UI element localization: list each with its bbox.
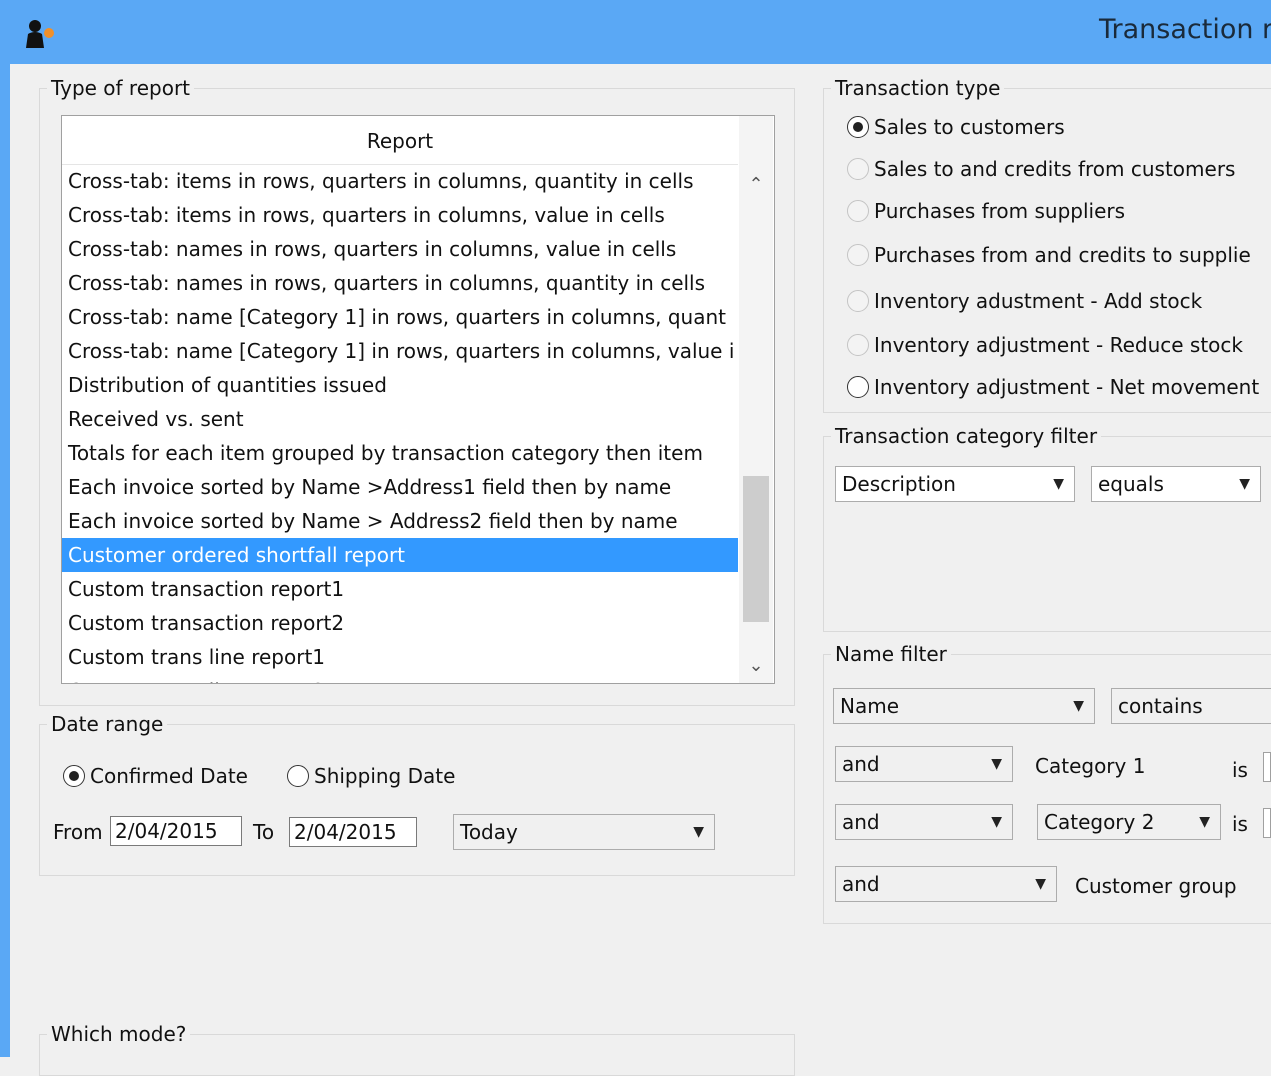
name-filter-conj-select-2[interactable]: and ▼ bbox=[835, 746, 1013, 782]
list-item[interactable]: Custom trans line report1 bbox=[62, 640, 738, 674]
to-date-field[interactable]: 2/04/2015 bbox=[289, 817, 417, 847]
name-filter-operator-value: contains bbox=[1118, 694, 1203, 718]
list-item[interactable]: Custom transaction report2 bbox=[62, 606, 738, 640]
conj-value: and bbox=[842, 810, 880, 834]
radio-icon bbox=[847, 244, 869, 266]
transaction-type-radio-reduce-stock[interactable]: Inventory adjustment - Reduce stock bbox=[847, 333, 1243, 357]
transaction-type-radio-net-movement[interactable]: Inventory adjustment - Net movement bbox=[847, 375, 1259, 399]
name-filter-operator-select[interactable]: contains bbox=[1111, 688, 1271, 724]
name-filter-label: Name filter bbox=[831, 642, 951, 666]
conj-value: and bbox=[842, 872, 880, 896]
which-mode-label: Which mode? bbox=[47, 1022, 191, 1046]
chevron-down-icon: ▼ bbox=[991, 814, 1002, 830]
list-item-selected[interactable]: Customer ordered shortfall report bbox=[62, 538, 738, 572]
list-item[interactable]: Cross-tab: name [Category 1] in rows, qu… bbox=[62, 300, 738, 334]
conj-value: and bbox=[842, 752, 880, 776]
radio-selected-icon bbox=[63, 765, 85, 787]
chevron-down-icon: ▼ bbox=[1073, 698, 1084, 714]
report-rows: Cross-tab: items in rows, quarters in co… bbox=[62, 164, 738, 683]
name-filter-conj-select-3[interactable]: and ▼ bbox=[835, 804, 1013, 840]
date-preset-select[interactable]: Today ▼ bbox=[453, 814, 715, 850]
scroll-down-icon[interactable]: ⌄ bbox=[739, 649, 773, 683]
list-item[interactable]: Cross-tab: items in rows, quarters in co… bbox=[62, 198, 738, 232]
name-filter-field-value: Name bbox=[840, 694, 900, 718]
date-range-label: Date range bbox=[47, 712, 168, 736]
list-item[interactable]: Cross-tab: names in rows, quarters in co… bbox=[62, 266, 738, 300]
transaction-type-radio-add-stock[interactable]: Inventory adustment - Add stock bbox=[847, 289, 1202, 313]
radio-icon bbox=[847, 158, 869, 180]
category-filter-operator-select[interactable]: equals ▼ bbox=[1091, 466, 1261, 502]
list-item[interactable]: Cross-tab: names in rows, quarters in co… bbox=[62, 232, 738, 266]
report-list[interactable]: Report Cross-tab: items in rows, quarter… bbox=[61, 115, 775, 684]
transaction-type-radio-sales[interactable]: Sales to customers bbox=[847, 115, 1065, 139]
category-filter-operator-value: equals bbox=[1098, 472, 1164, 496]
from-date-field[interactable]: 2/04/2015 bbox=[110, 816, 242, 846]
shipping-date-label: Shipping Date bbox=[314, 764, 456, 788]
list-item[interactable]: Custom trans line report2 bbox=[62, 674, 738, 683]
report-column-header[interactable]: Report bbox=[62, 116, 738, 165]
radio-icon bbox=[847, 290, 869, 312]
transaction-type-option-label: Sales to customers bbox=[874, 115, 1065, 139]
list-item[interactable]: Totals for each item grouped by transact… bbox=[62, 436, 738, 470]
category-filter-field-select[interactable]: Description ▼ bbox=[835, 466, 1075, 502]
category-2-field-select[interactable]: Category 2 ▼ bbox=[1037, 804, 1221, 840]
name-filter-field-select[interactable]: Name ▼ bbox=[833, 688, 1095, 724]
chevron-down-icon: ▼ bbox=[1239, 476, 1250, 492]
transaction-type-option-label: Sales to and credits from customers bbox=[874, 157, 1236, 181]
report-list-scrollbar[interactable]: ⌃ ⌄ bbox=[739, 116, 773, 683]
radio-icon bbox=[847, 376, 869, 398]
transaction-type-option-label: Inventory adjustment - Reduce stock bbox=[874, 333, 1243, 357]
chevron-down-icon: ▼ bbox=[693, 824, 704, 840]
app-logo-icon bbox=[26, 20, 54, 48]
category-2-value-field[interactable] bbox=[1263, 808, 1271, 838]
confirmed-date-radio[interactable]: Confirmed Date bbox=[63, 764, 248, 788]
chevron-down-icon: ▼ bbox=[1035, 876, 1046, 892]
list-item[interactable]: Custom transaction report1 bbox=[62, 572, 738, 606]
transaction-type-radio-sales-credits[interactable]: Sales to and credits from customers bbox=[847, 157, 1235, 181]
transaction-type-option-label: Purchases from suppliers bbox=[874, 199, 1126, 223]
category-1-label: Category 1 bbox=[1035, 754, 1146, 778]
transaction-type-option-label: Inventory adustment - Add stock bbox=[874, 289, 1203, 313]
from-label: From bbox=[53, 820, 103, 844]
chevron-down-icon: ▼ bbox=[1199, 814, 1210, 830]
customer-group-label: Customer group bbox=[1075, 874, 1237, 898]
shipping-date-radio[interactable]: Shipping Date bbox=[287, 764, 455, 788]
title-bar[interactable]: Transaction r bbox=[0, 0, 1271, 64]
radio-icon bbox=[847, 200, 869, 222]
scroll-up-icon[interactable]: ⌃ bbox=[739, 168, 773, 202]
transaction-type-radio-purchases-credits[interactable]: Purchases from and credits to supplie bbox=[847, 243, 1251, 267]
is-label: is bbox=[1232, 758, 1248, 782]
scroll-thumb[interactable] bbox=[743, 476, 769, 622]
chevron-down-icon: ▼ bbox=[1053, 476, 1064, 492]
category-1-value-field[interactable] bbox=[1263, 752, 1271, 782]
list-item[interactable]: Each invoice sorted by Name >Address1 fi… bbox=[62, 470, 738, 504]
list-item[interactable]: Cross-tab: items in rows, quarters in co… bbox=[62, 164, 738, 198]
list-item[interactable]: Distribution of quantities issued bbox=[62, 368, 738, 402]
category-filter-field-value: Description bbox=[842, 472, 956, 496]
transaction-type-option-label: Inventory adjustment - Net movement bbox=[874, 375, 1260, 399]
transaction-type-radio-purchases[interactable]: Purchases from suppliers bbox=[847, 199, 1125, 223]
chevron-down-icon: ▼ bbox=[991, 756, 1002, 772]
radio-icon bbox=[287, 765, 309, 787]
transaction-type-label: Transaction type bbox=[831, 76, 1005, 100]
list-item[interactable]: Cross-tab: name [Category 1] in rows, qu… bbox=[62, 334, 738, 368]
date-range-group bbox=[39, 724, 795, 876]
radio-icon bbox=[847, 334, 869, 356]
confirmed-date-label: Confirmed Date bbox=[90, 764, 248, 788]
to-label: To bbox=[253, 820, 275, 844]
name-filter-conj-select-4[interactable]: and ▼ bbox=[835, 866, 1057, 902]
category-2-value: Category 2 bbox=[1044, 810, 1155, 834]
type-of-report-label: Type of report bbox=[47, 76, 195, 100]
is-label: is bbox=[1232, 812, 1248, 836]
window-frame-left bbox=[0, 0, 10, 1057]
list-item[interactable]: Received vs. sent bbox=[62, 402, 738, 436]
window-title: Transaction r bbox=[1099, 14, 1271, 45]
transaction-type-option-label: Purchases from and credits to supplie bbox=[874, 243, 1251, 267]
transaction-category-filter-label: Transaction category filter bbox=[831, 424, 1102, 448]
date-preset-value: Today bbox=[460, 820, 518, 844]
list-item[interactable]: Each invoice sorted by Name > Address2 f… bbox=[62, 504, 738, 538]
radio-selected-icon bbox=[847, 116, 869, 138]
